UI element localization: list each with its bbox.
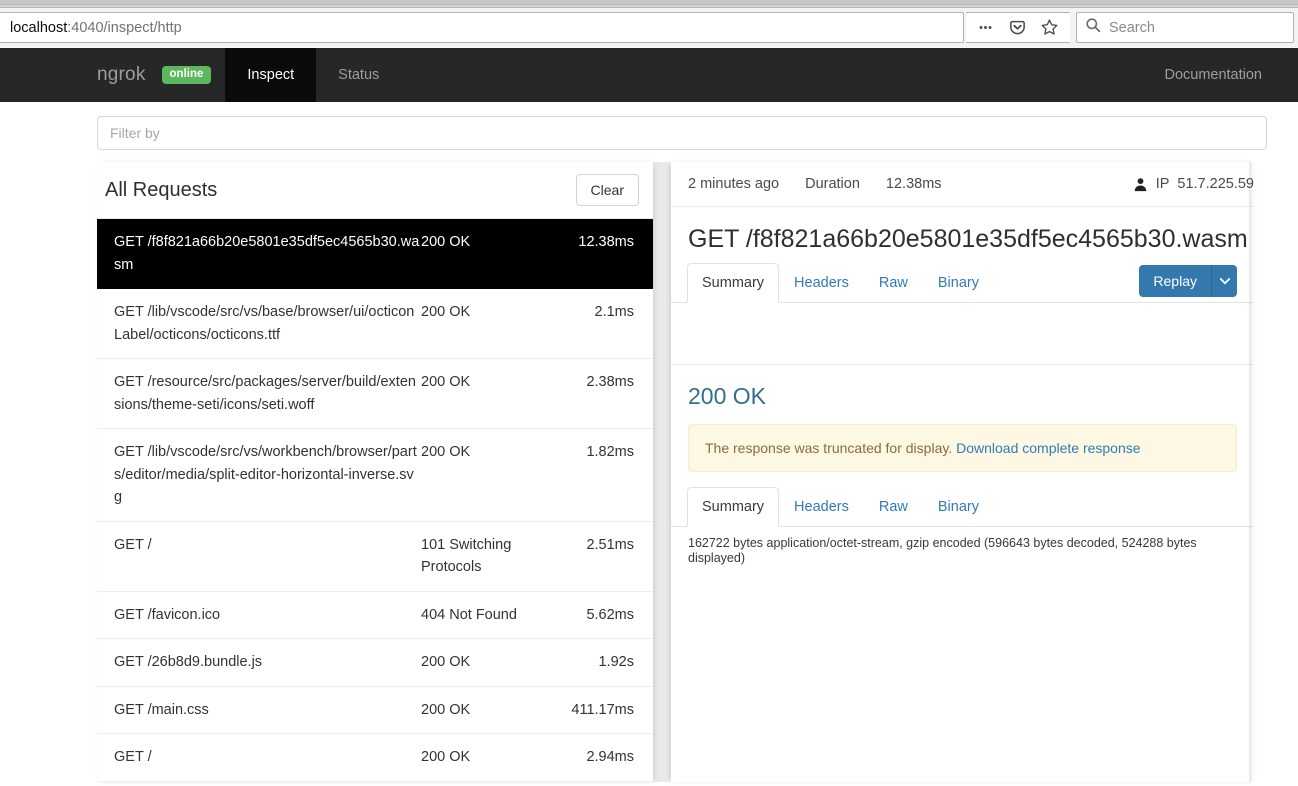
request-duration: 12.38ms [578, 234, 634, 250]
request-list: GET /f8f821a66b20e5801e35df5ec4565b30.wa… [97, 219, 653, 782]
request-status: 200 OK [421, 304, 471, 320]
request-duration: 1.82ms [586, 444, 634, 460]
request-duration: 2.38ms [586, 374, 634, 390]
requests-panel-header: All Requests Clear [97, 162, 653, 219]
browser-search-box[interactable]: Search [1076, 12, 1294, 43]
request-duration: 411.17ms [571, 701, 634, 718]
request-duration: 5.62ms [586, 606, 634, 623]
requests-panel: All Requests Clear GET /f8f821a66b20e580… [97, 162, 653, 782]
ip-label: IP [1155, 176, 1170, 192]
page-actions-icon[interactable] [970, 14, 1000, 42]
request-path: GET / [114, 749, 152, 765]
ip-value: 51.7.225.59 [1177, 176, 1254, 192]
tab-request-binary[interactable]: Binary [923, 263, 994, 303]
toolbar-icons [966, 12, 1070, 43]
request-status: 200 OK [421, 444, 471, 460]
caret-down-icon[interactable] [1211, 265, 1237, 297]
request-status: 404 Not Found [421, 606, 517, 623]
duration-label: Duration [805, 176, 860, 192]
response-status: 200 OK [688, 383, 766, 409]
filter-input[interactable] [97, 116, 1267, 150]
filter-row [0, 102, 1298, 162]
table-row[interactable]: GET /f8f821a66b20e5801e35df5ec4565b30.wa… [97, 219, 653, 289]
response-tabs: Summary Headers Raw Binary [671, 487, 1254, 527]
page-title: All Requests [105, 178, 218, 201]
pocket-icon[interactable] [1002, 14, 1032, 42]
url-path: :4040/inspect/http [67, 19, 182, 36]
tab-response-raw[interactable]: Raw [864, 487, 923, 527]
clear-button[interactable]: Clear [575, 174, 639, 206]
address-bar[interactable]: localhost:4040/inspect/http [0, 12, 964, 43]
tab-request-raw[interactable]: Raw [864, 263, 923, 303]
content-columns: All Requests Clear GET /f8f821a66b20e580… [0, 162, 1298, 782]
table-row[interactable]: GET /lib/vscode/src/vs/base/browser/ui/o… [97, 289, 653, 359]
request-title: GET /f8f821a66b20e5801e35df5ec4565b30.wa… [688, 225, 1248, 253]
request-status: 200 OK [421, 374, 471, 390]
brand-logo: ngrok [97, 64, 146, 85]
request-path: GET /lib/vscode/src/vs/base/browser/ui/o… [114, 304, 415, 343]
request-status: 200 OK [421, 749, 471, 765]
app-navbar: ngrok online Inspect Status Documentatio… [0, 48, 1298, 102]
detail-meta-row: 2 minutes ago Duration 12.38ms IP 51.7.2… [671, 162, 1254, 207]
download-complete-response-link[interactable]: Download complete response [956, 440, 1140, 456]
response-body-summary: 162722 bytes application/octet-stream, g… [688, 536, 1197, 565]
request-path: GET /resource/src/packages/server/build/… [114, 374, 416, 413]
request-path: GET / [114, 536, 152, 553]
table-row[interactable]: GET / 101 Switching Protocols 2.51ms [97, 522, 653, 592]
request-status: 200 OK [421, 234, 471, 250]
browser-search-placeholder: Search [1109, 19, 1155, 36]
url-host: localhost [10, 19, 68, 36]
truncation-alert: The response was truncated for display. … [688, 424, 1237, 472]
bookmark-star-icon[interactable] [1034, 14, 1064, 42]
request-duration: 2.94ms [586, 749, 634, 765]
request-path: GET /main.css [114, 701, 209, 718]
replay-button[interactable]: Replay [1139, 265, 1211, 297]
detail-panel: 2 minutes ago Duration 12.38ms IP 51.7.2… [671, 162, 1254, 782]
table-row[interactable]: GET /resource/src/packages/server/build/… [97, 359, 653, 429]
request-status: 200 OK [421, 701, 471, 718]
status-badge: online [161, 65, 212, 85]
panel-divider [653, 162, 671, 782]
table-row[interactable]: GET /main.css 200 OK 411.17ms [97, 687, 653, 734]
person-icon [1133, 177, 1148, 192]
request-path: GET /26b8d9.bundle.js [114, 654, 263, 670]
nav-tab-inspect[interactable]: Inspect [225, 48, 317, 102]
tab-response-binary[interactable]: Binary [923, 487, 994, 527]
request-status: 200 OK [421, 654, 471, 670]
request-duration: 2.51ms [586, 536, 634, 553]
request-duration: 1.92s [598, 654, 634, 670]
request-tabs: Summary Headers Raw Binary Replay [671, 263, 1254, 303]
replay-button-group: Replay [1139, 265, 1237, 297]
request-timestamp: 2 minutes ago [688, 176, 780, 192]
request-path: GET /lib/vscode/src/vs/workbench/browser… [114, 444, 417, 505]
request-path: GET /f8f821a66b20e5801e35df5ec4565b30.wa… [114, 234, 420, 273]
table-row[interactable]: GET / 200 OK 2.94ms [97, 734, 653, 782]
truncation-alert-text: The response was truncated for display. [705, 440, 953, 456]
request-status: 101 Switching Protocols [421, 536, 512, 576]
search-icon [1085, 17, 1101, 38]
tab-request-headers[interactable]: Headers [779, 263, 864, 303]
request-path: GET /favicon.ico [114, 606, 221, 623]
table-row[interactable]: GET /26b8d9.bundle.js 200 OK 1.92s [97, 639, 653, 687]
duration-value: 12.38ms [885, 176, 942, 192]
nav-link-documentation[interactable]: Documentation [1142, 67, 1284, 83]
browser-toolbar: localhost:4040/inspect/http Search [0, 8, 1298, 47]
request-duration: 2.1ms [594, 304, 635, 320]
request-summary-panel [671, 303, 1254, 365]
page-body: All Requests Clear GET /f8f821a66b20e580… [0, 102, 1298, 786]
table-row[interactable]: GET /favicon.ico 404 Not Found 5.62ms [97, 592, 653, 639]
tab-request-summary[interactable]: Summary [687, 263, 780, 303]
tab-response-headers[interactable]: Headers [779, 487, 864, 527]
browser-chrome: localhost:4040/inspect/http Search [0, 0, 1298, 48]
table-row[interactable]: GET /lib/vscode/src/vs/workbench/browser… [97, 429, 653, 522]
tab-response-summary[interactable]: Summary [687, 487, 780, 527]
nav-tab-status[interactable]: Status [316, 48, 401, 102]
